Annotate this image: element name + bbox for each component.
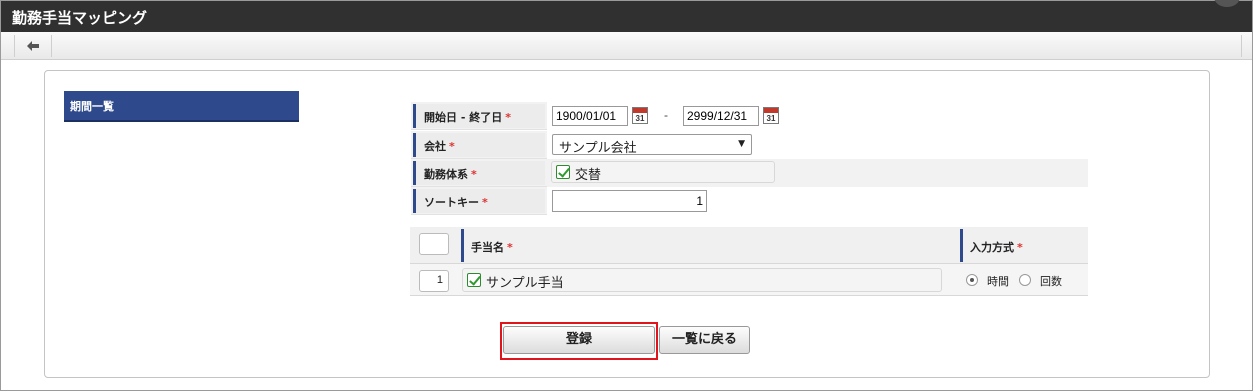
required-mark: * [1017,241,1023,254]
sort-key-value [547,187,1088,215]
required-mark: * [471,168,477,181]
allowance-name-field[interactable]: サンプル手当 [462,268,942,292]
table-row: 1 サンプル手当 時間 回数 [410,264,1088,296]
end-date-input[interactable] [683,106,759,126]
start-date-input[interactable] [552,106,628,126]
period-value: 31 - 31 [547,102,1088,130]
allowance-grid-header: 手当名 * 入力方式 * [410,227,1088,264]
work-system-checkbox-field[interactable]: 交替 [551,161,775,183]
form-row-company: 会社 * サンプル会社 ▼ [411,131,1088,159]
back-arrow-icon [27,41,39,51]
calendar-icon[interactable]: 31 [763,107,779,124]
row-number: 1 [419,270,449,292]
chevron-down-icon: ▼ [738,139,745,149]
form-row-sort-key: ソートキー * [411,187,1088,215]
radio-count[interactable] [1019,274,1031,286]
column-input-method: 入力方式 * [960,229,1088,262]
form-row-period: 開始日 - 終了日* 31 - 31 [411,102,1088,130]
sort-key-label: ソートキー * [413,189,545,213]
period-label: 開始日 - 終了日 * [413,104,545,128]
required-mark: * [505,111,511,124]
page-title: 勤務手当マッピング [12,9,148,27]
back-to-list-button[interactable]: 一覧に戻る [659,326,750,354]
required-mark: * [449,140,455,153]
radio-time[interactable] [966,274,978,286]
company-label: 会社 * [413,133,545,157]
toolbar [1,32,1252,60]
toolbar-divider [1241,35,1242,57]
company-select[interactable]: サンプル会社 ▼ [552,134,752,156]
title-bar: 勤務手当マッピング [1,0,1252,32]
column-allowance-name: 手当名 * [461,229,959,262]
date-separator: - [664,108,668,122]
user-avatar[interactable] [1214,0,1240,7]
form-row-work-system: 勤務体系 * 交替 [411,159,1088,187]
select-all-checkbox[interactable] [419,233,449,255]
checkbox-icon[interactable] [467,273,481,287]
company-value: サンプル会社 ▼ [547,131,1088,159]
required-mark: * [482,196,488,209]
tab-period-list[interactable]: 期間一覧 [64,91,299,122]
work-system-label: 勤務体系 * [413,161,545,185]
work-system-value: 交替 [547,159,1088,187]
calendar-icon[interactable]: 31 [632,107,648,124]
required-mark: * [507,241,513,254]
checkbox-icon[interactable] [556,165,570,179]
sort-key-input[interactable] [552,190,707,212]
register-highlight-box [500,322,658,360]
back-button[interactable] [14,35,52,57]
